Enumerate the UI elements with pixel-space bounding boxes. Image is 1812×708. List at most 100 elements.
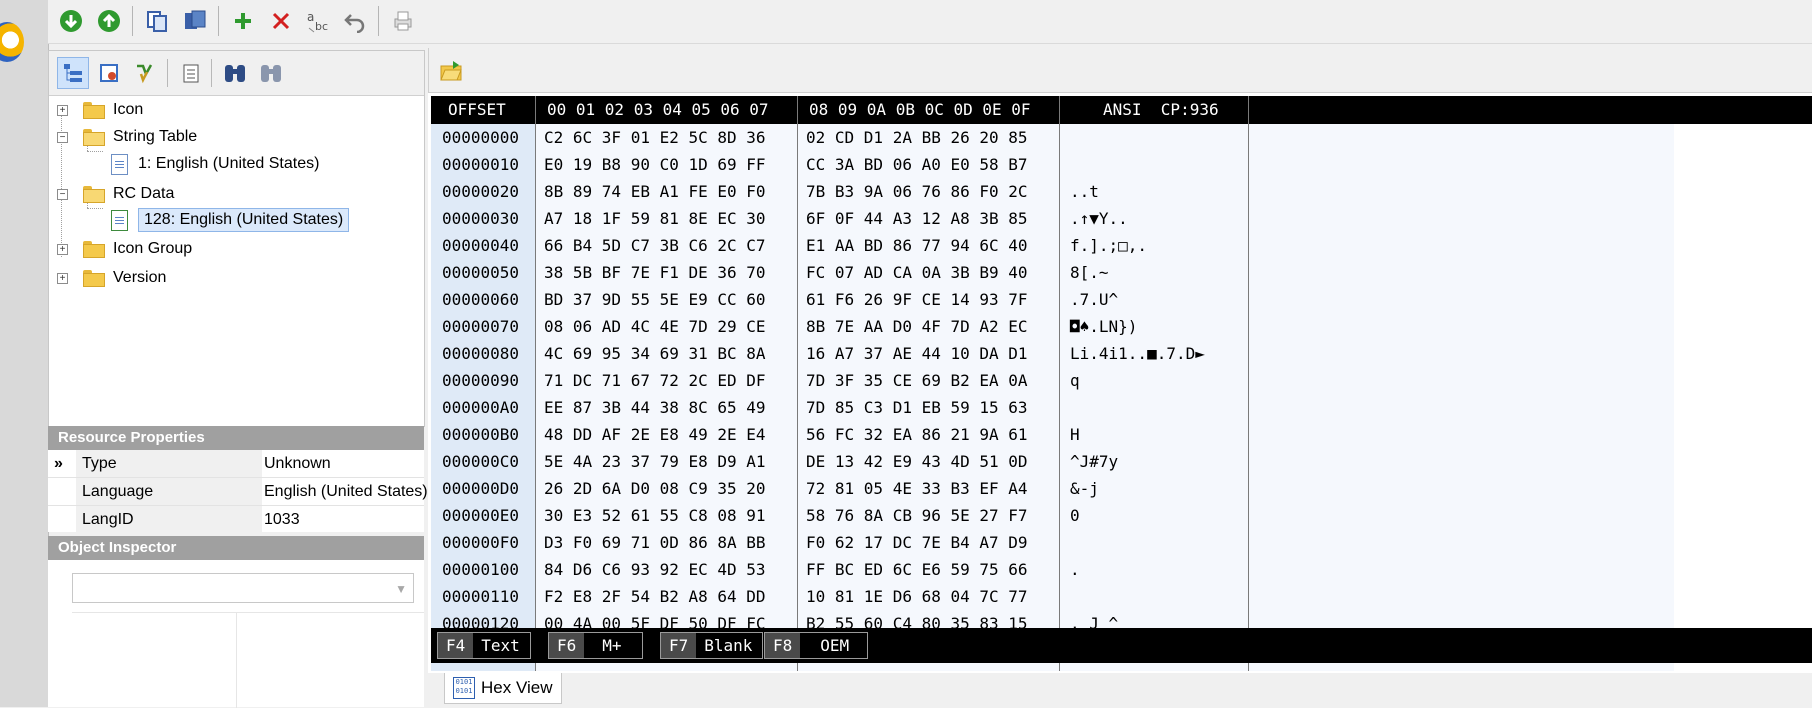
hex-row-bytes-low[interactable]: E0 19 B8 90 C0 1D 69 FF (544, 155, 766, 174)
collapse-icon[interactable]: − (57, 132, 68, 143)
hex-row-bytes-high[interactable]: F0 62 17 DC 7E B4 A7 D9 (806, 533, 1028, 552)
hex-row-bytes-high[interactable]: B2 55 60 C4 80 35 83 15 (806, 614, 1028, 628)
tree-item-string-table-english[interactable]: 1: English (United States) (111, 151, 319, 177)
document-icon (111, 153, 128, 175)
hex-row-ansi[interactable]: ..t (1070, 182, 1099, 201)
hex-row-bytes-low[interactable]: C2 6C 3F 01 E2 5C 8D 36 (544, 128, 766, 147)
folder-icon (83, 240, 105, 258)
hex-row-bytes-high[interactable]: 16 A7 37 AE 44 10 DA D1 (806, 344, 1028, 363)
open-file-icon[interactable] (439, 58, 465, 84)
app-logo-icon[interactable] (0, 22, 24, 62)
hex-row-bytes-low[interactable]: D3 F0 69 71 0D 86 8A BB (544, 533, 766, 552)
hex-row-bytes-high[interactable]: 58 76 8A CB 96 5E 27 F7 (806, 506, 1028, 525)
expand-icon[interactable]: + (57, 105, 68, 116)
hex-row-bytes-high[interactable]: 8B 7E AA D0 4F 7D A2 EC (806, 317, 1028, 336)
hex-row-ansi[interactable]: ^J#7y (1070, 452, 1118, 471)
hex-row-bytes-high[interactable]: 10 81 1E D6 68 04 7C 77 (806, 587, 1028, 606)
hex-row-ansi[interactable]: Li.4i1..■.7.D► (1070, 344, 1205, 363)
copy-all-icon[interactable] (180, 6, 210, 36)
delete-icon[interactable] (266, 6, 296, 36)
hex-row-bytes-high[interactable]: 02 CD D1 2A BB 26 20 85 (806, 128, 1028, 147)
hex-row-bytes-high[interactable]: 7B B3 9A 06 76 86 F0 2C (806, 182, 1028, 201)
hex-row-bytes-low[interactable]: A7 18 1F 59 81 8E EC 30 (544, 209, 766, 228)
tree-item-version[interactable]: + Version (49, 265, 424, 291)
resource-view-icon[interactable] (93, 57, 125, 89)
hex-row-ansi[interactable]: 8[.~ (1070, 263, 1109, 282)
hex-row-bytes-high[interactable]: DE 13 42 E9 43 4D 51 0D (806, 452, 1028, 471)
hex-row-bytes-low[interactable]: 4C 69 95 34 69 31 BC 8A (544, 344, 766, 363)
add-icon[interactable] (228, 6, 258, 36)
go-up-icon[interactable] (94, 6, 124, 36)
hex-row-bytes-high[interactable]: 7D 3F 35 CE 69 B2 EA 0A (806, 371, 1028, 390)
filter-icon[interactable] (129, 57, 161, 89)
hex-row-ansi[interactable]: q (1070, 371, 1080, 390)
hex-row-bytes-low[interactable]: 84 D6 C6 93 92 EC 4D 53 (544, 560, 766, 579)
checked-list-icon[interactable] (175, 57, 207, 89)
hex-row-bytes-high[interactable]: 61 F6 26 9F CE 14 93 7F (806, 290, 1028, 309)
function-key-mplus[interactable]: F6 M+ (548, 632, 643, 659)
hex-row-ansi[interactable]: . (1070, 560, 1080, 579)
function-key-text[interactable]: F4 Text (437, 632, 531, 659)
hex-row-bytes-high[interactable]: FC 07 AD CA 0A 3B B9 40 (806, 263, 1028, 282)
copy-icon[interactable] (142, 6, 172, 36)
print-icon[interactable] (388, 6, 418, 36)
hex-row-bytes-low[interactable]: F2 E8 2F 54 B2 A8 64 DD (544, 587, 766, 606)
find-next-icon[interactable] (255, 57, 287, 89)
function-key-blank[interactable]: F7 Blank (660, 632, 764, 659)
function-key-oem[interactable]: F8 OEM (764, 632, 869, 659)
hex-row-bytes-low[interactable]: EE 87 3B 44 38 8C 65 49 (544, 398, 766, 417)
hex-row-ansi[interactable]: ◘♠.LN}) (1070, 317, 1137, 336)
hex-row-bytes-low[interactable]: 71 DC 71 67 72 2C ED DF (544, 371, 766, 390)
hex-row-bytes-high[interactable]: 72 81 05 4E 33 B3 EF A4 (806, 479, 1028, 498)
hex-row-bytes-low[interactable]: 08 06 AD 4C 4E 7D 29 CE (544, 317, 766, 336)
rename-icon[interactable]: a bc (304, 6, 334, 36)
hex-row-ansi[interactable]: H (1070, 425, 1080, 444)
hex-row-bytes-low[interactable]: 38 5B BF 7E F1 DE 36 70 (544, 263, 766, 282)
undo-icon[interactable] (340, 6, 370, 36)
hex-row-bytes-low[interactable]: 30 E3 52 61 55 C8 08 91 (544, 506, 766, 525)
tree-view-icon[interactable] (57, 57, 89, 89)
hex-toolbar (428, 48, 1812, 93)
hex-row-bytes-high[interactable]: 6F 0F 44 A3 12 A8 3B 85 (806, 209, 1028, 228)
property-row-langid[interactable]: LangID 1033 (48, 506, 424, 532)
hex-row-bytes-low[interactable]: 48 DD AF 2E E8 49 2E E4 (544, 425, 766, 444)
hex-row-bytes-high[interactable]: FF BC ED 6C E6 59 75 66 (806, 560, 1028, 579)
property-value[interactable]: 1033 (262, 506, 424, 532)
hex-row-bytes-high[interactable]: CC 3A BD 06 A0 E0 58 B7 (806, 155, 1028, 174)
hex-row-offset: 000000A0 (442, 398, 520, 417)
tree-item-label: Icon (113, 101, 144, 118)
hex-row-bytes-low[interactable]: 8B 89 74 EB A1 FE E0 F0 (544, 182, 766, 201)
expand-icon[interactable]: + (57, 244, 68, 255)
tree-item-string-table[interactable]: − String Table (49, 124, 424, 150)
hex-row-ansi[interactable]: 0 (1070, 506, 1080, 525)
hex-row-ansi[interactable]: .↑▼Y.. (1070, 209, 1128, 228)
go-down-icon[interactable] (56, 6, 86, 36)
tree-item-icon[interactable]: + Icon (49, 97, 424, 123)
hex-row-ansi[interactable]: &-j (1070, 479, 1099, 498)
find-icon[interactable] (219, 57, 251, 89)
chevron-down-icon[interactable]: ▼ (395, 582, 407, 596)
hex-row-bytes-high[interactable]: E1 AA BD 86 77 94 6C 40 (806, 236, 1028, 255)
left-strip (0, 0, 49, 707)
hex-row-ansi[interactable]: .7.U^ (1070, 290, 1118, 309)
hex-row-ansi[interactable]: f.].;□,. (1070, 236, 1147, 255)
property-row-language[interactable]: Language English (United States) (48, 478, 428, 506)
hex-row-bytes-low[interactable]: 00 4A 00 5F DF 50 DF FC (544, 614, 766, 628)
property-value[interactable]: English (United States) (262, 478, 444, 506)
tab-hex-view[interactable]: 0101 0101 Hex View (444, 673, 562, 704)
tree-item-icon-group[interactable]: + Icon Group (49, 236, 424, 262)
hex-row-ansi[interactable]: . J ^ (1070, 614, 1118, 628)
tree-item-rc-data-english[interactable]: 128: English (United States) (111, 207, 350, 233)
hex-row-bytes-low[interactable]: 5E 4A 23 37 79 E8 D9 A1 (544, 452, 766, 471)
property-value[interactable]: Unknown (262, 450, 444, 478)
collapse-icon[interactable]: − (57, 189, 68, 200)
expand-icon[interactable]: + (57, 273, 68, 284)
hex-row-bytes-high[interactable]: 56 FC 32 EA 86 21 9A 61 (806, 425, 1028, 444)
hex-row-bytes-low[interactable]: 66 B4 5D C7 3B C6 2C C7 (544, 236, 766, 255)
property-row-type[interactable]: » Type Unknown (48, 450, 424, 478)
hex-row-bytes-low[interactable]: 26 2D 6A D0 08 C9 35 20 (544, 479, 766, 498)
object-inspector-select[interactable]: ▼ (72, 573, 414, 603)
tree-item-rc-data[interactable]: − RC Data (49, 181, 424, 207)
hex-row-bytes-low[interactable]: BD 37 9D 55 5E E9 CC 60 (544, 290, 766, 309)
hex-row-bytes-high[interactable]: 7D 85 C3 D1 EB 59 15 63 (806, 398, 1028, 417)
